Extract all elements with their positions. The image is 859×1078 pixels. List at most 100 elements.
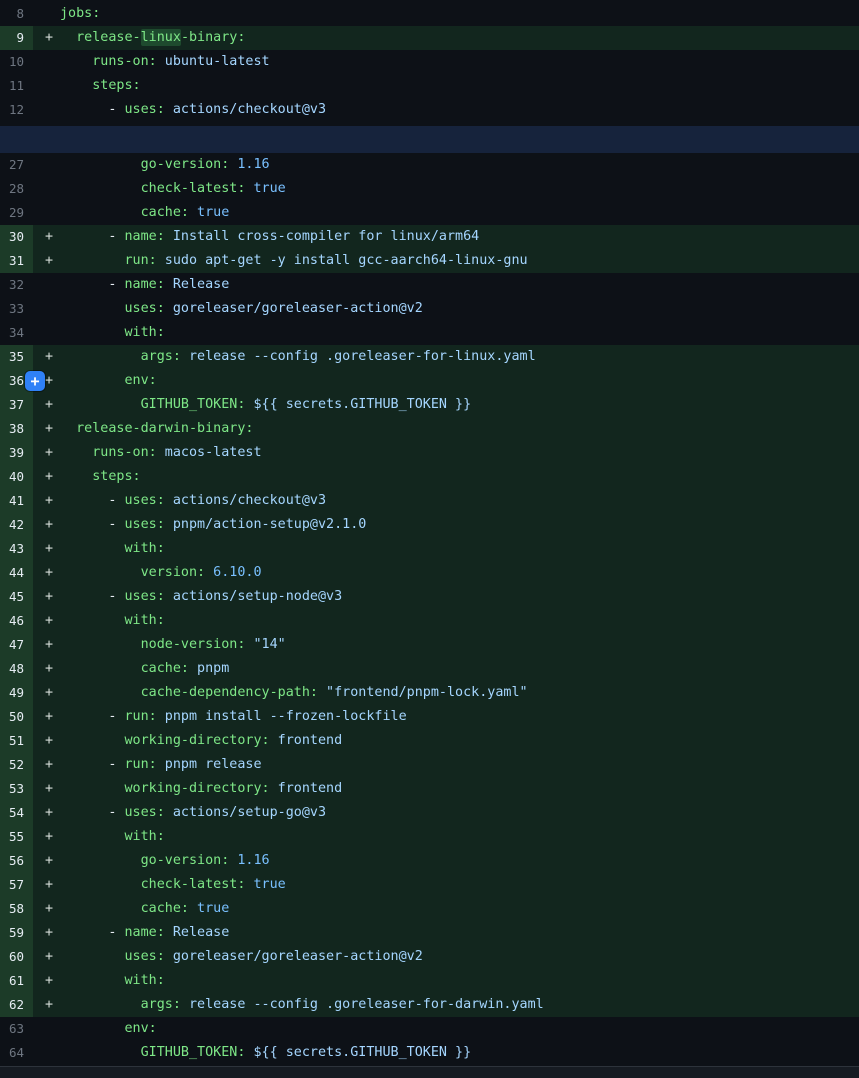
diff-line: 51+ working-directory: frontend — [0, 729, 859, 753]
diff-add-marker: + — [33, 489, 60, 513]
token-plain — [60, 829, 125, 844]
diff-add-marker: + — [33, 465, 60, 489]
diff-add-marker: + — [33, 753, 60, 777]
line-number[interactable]: 62 — [0, 993, 33, 1017]
token-plain — [60, 973, 125, 988]
line-number[interactable]: 63 — [0, 1017, 33, 1041]
line-number[interactable]: 47 — [0, 633, 33, 657]
token-key: cache: — [141, 661, 189, 676]
token-key: steps: — [92, 469, 140, 484]
code-text: GITHUB_TOKEN: ${{ secrets.GITHUB_TOKEN }… — [60, 1041, 859, 1065]
code-text: steps: — [60, 74, 859, 98]
code-text: cache: true — [60, 897, 859, 921]
hunk-expander-row[interactable] — [0, 126, 859, 153]
line-number[interactable]: 64 — [0, 1041, 33, 1065]
token-str: Install cross-compiler for linux/arm64 — [165, 229, 479, 244]
line-number[interactable]: 55 — [0, 825, 33, 849]
token-key: with: — [125, 829, 165, 844]
token-str: release --config .goreleaser-for-linux.y… — [181, 349, 536, 364]
diff-line: 40+ steps: — [0, 465, 859, 489]
line-number[interactable]: 35 — [0, 345, 33, 369]
add-comment-button[interactable]: + — [25, 371, 45, 391]
token-plain — [60, 901, 141, 916]
line-number[interactable]: 32 — [0, 273, 33, 297]
line-number[interactable]: 43 — [0, 537, 33, 561]
line-number[interactable]: 44 — [0, 561, 33, 585]
line-number[interactable]: 11 — [0, 74, 33, 98]
line-number[interactable]: 33 — [0, 297, 33, 321]
token-key: check-latest: — [141, 877, 246, 892]
line-number[interactable]: 37 — [0, 393, 33, 417]
code-text: - uses: pnpm/action-setup@v2.1.0 — [60, 513, 859, 537]
token-plain: - — [60, 517, 125, 532]
diff-line: 64 GITHUB_TOKEN: ${{ secrets.GITHUB_TOKE… — [0, 1041, 859, 1065]
token-plain — [60, 373, 125, 388]
diff-line: 10 runs-on: ubuntu-latest — [0, 50, 859, 74]
diff-add-marker: + — [33, 921, 60, 945]
line-number[interactable]: 42 — [0, 513, 33, 537]
code-text: steps: — [60, 465, 859, 489]
token-num: 6.10.0 — [205, 565, 261, 580]
token-str: macos-latest — [157, 445, 262, 460]
diff-line: 8jobs: — [0, 2, 859, 26]
line-number[interactable]: 53 — [0, 777, 33, 801]
line-number[interactable]: 38 — [0, 417, 33, 441]
line-number[interactable]: 34 — [0, 321, 33, 345]
line-number[interactable]: 51 — [0, 729, 33, 753]
token-key: name: — [125, 229, 165, 244]
line-number[interactable]: 39 — [0, 441, 33, 465]
token-key: uses: — [125, 301, 165, 316]
token-key: cache-dependency-path: — [141, 685, 318, 700]
token-str: pnpm/action-setup@v2.1.0 — [165, 517, 367, 532]
line-number[interactable]: 8 — [0, 2, 33, 26]
token-key: with: — [125, 325, 165, 340]
token-key: uses: — [125, 949, 165, 964]
token-plain — [60, 54, 92, 69]
diff-context-marker — [33, 98, 60, 122]
diff-add-marker: + — [33, 969, 60, 993]
line-number[interactable]: 9 — [0, 26, 33, 50]
diff-context-marker — [33, 321, 60, 345]
line-number[interactable]: 28 — [0, 177, 33, 201]
token-plain — [60, 637, 141, 652]
line-number[interactable]: 41 — [0, 489, 33, 513]
diff-line: 52+ - run: pnpm release — [0, 753, 859, 777]
diff-line: 60+ uses: goreleaser/goreleaser-action@v… — [0, 945, 859, 969]
diff-view: 8jobs:9+ release-linux-binary:10 runs-on… — [0, 0, 859, 1078]
token-num: true — [189, 205, 229, 220]
diff-line: 63 env: — [0, 1017, 859, 1041]
token-str: "14" — [245, 637, 285, 652]
line-number[interactable]: 31 — [0, 249, 33, 273]
line-number[interactable]: 12 — [0, 98, 33, 122]
line-number[interactable]: 45 — [0, 585, 33, 609]
token-key: uses: — [125, 805, 165, 820]
token-key: runs-on: — [92, 54, 157, 69]
diff-context-marker — [33, 74, 60, 98]
line-number[interactable]: 10 — [0, 50, 33, 74]
line-number[interactable]: 60 — [0, 945, 33, 969]
token-num: 1.16 — [229, 853, 269, 868]
line-number[interactable]: 52 — [0, 753, 33, 777]
line-number[interactable]: 58 — [0, 897, 33, 921]
diff-line: 44+ version: 6.10.0 — [0, 561, 859, 585]
line-number[interactable]: 61 — [0, 969, 33, 993]
line-number[interactable]: 48 — [0, 657, 33, 681]
line-number[interactable]: 54 — [0, 801, 33, 825]
line-number[interactable]: 40 — [0, 465, 33, 489]
line-number[interactable]: 29 — [0, 201, 33, 225]
diff-context-marker — [33, 50, 60, 74]
line-number[interactable]: 59 — [0, 921, 33, 945]
line-number[interactable]: 57 — [0, 873, 33, 897]
line-number[interactable]: 27 — [0, 153, 33, 177]
line-number[interactable]: 49 — [0, 681, 33, 705]
line-number[interactable]: 50 — [0, 705, 33, 729]
token-plain: - — [60, 493, 125, 508]
line-number[interactable]: 56 — [0, 849, 33, 873]
token-key: with: — [125, 541, 165, 556]
token-str: actions/setup-go@v3 — [165, 805, 326, 820]
token-key: runs-on: — [92, 445, 157, 460]
token-key: GITHUB_TOKEN: — [141, 1045, 246, 1060]
line-number[interactable]: 30 — [0, 225, 33, 249]
token-plain: - — [60, 277, 125, 292]
line-number[interactable]: 46 — [0, 609, 33, 633]
